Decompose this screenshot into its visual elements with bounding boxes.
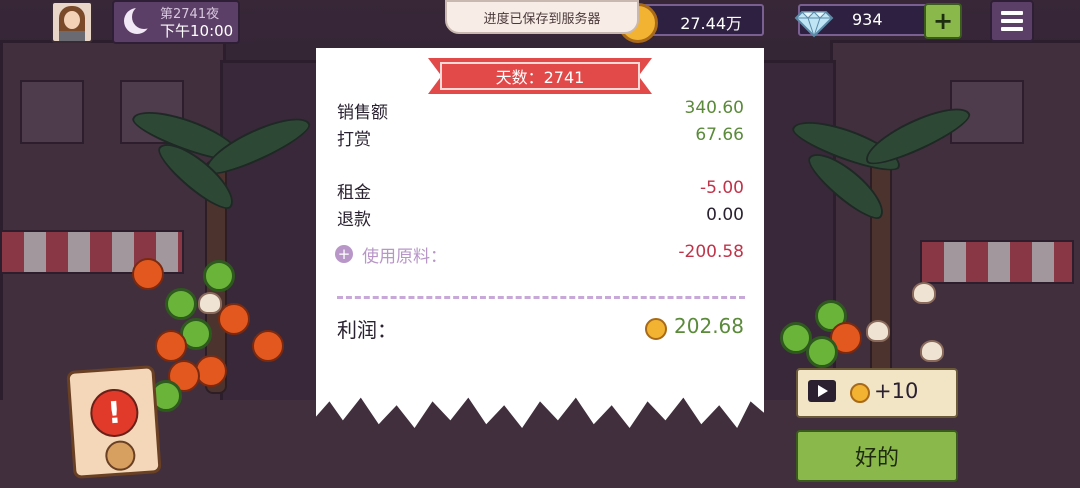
receipt-title: 天数：2741	[440, 62, 640, 90]
alert-card[interactable]: !	[66, 365, 162, 479]
receipt-divider	[337, 296, 745, 299]
pepper	[165, 288, 197, 320]
coin-icon	[850, 383, 870, 403]
coin-icon	[645, 318, 667, 340]
tomato	[155, 330, 187, 362]
avatar[interactable]	[51, 1, 93, 43]
add-gems-button[interactable]: +	[924, 3, 962, 39]
garlic	[920, 340, 944, 362]
menu-icon	[1001, 27, 1023, 31]
gem-counter: 934	[794, 4, 930, 38]
garlic	[198, 292, 222, 314]
refund-value: 0.00	[706, 205, 744, 225]
ok-button[interactable]: 好的	[796, 430, 958, 482]
alert-icon: !	[88, 387, 140, 439]
profit-value: 202.68	[674, 314, 744, 338]
alert-badge	[104, 439, 137, 472]
ad-reward-value: +10	[874, 379, 919, 403]
tips-value: 67.66	[695, 125, 744, 145]
tips-label: 打赏	[337, 130, 371, 150]
menu-button[interactable]	[990, 0, 1034, 42]
play-icon	[808, 380, 836, 402]
save-toast: 进度已保存到服务器	[445, 0, 639, 34]
moon-icon	[124, 5, 156, 34]
time-label: 下午10:00	[160, 22, 234, 40]
avatar-face	[64, 11, 80, 29]
garlic	[912, 282, 936, 304]
tomato	[252, 330, 284, 362]
pepper	[203, 260, 235, 292]
sales-label: 销售额	[337, 103, 388, 123]
rent-label: 租金	[337, 183, 371, 203]
gem-icon	[794, 11, 834, 38]
refund-label: 退款	[337, 210, 371, 230]
pepper	[806, 336, 838, 368]
day-time-panel: 第2741夜 下午10:00	[112, 0, 240, 44]
coin-value: 27.44万	[680, 14, 742, 33]
materials-label[interactable]: 使用原料：	[362, 242, 447, 267]
sales-value: 340.60	[684, 98, 744, 118]
gem-value: 934	[852, 10, 883, 29]
tomato	[132, 258, 164, 290]
menu-icon	[1001, 11, 1023, 15]
materials-value: -200.58	[678, 242, 744, 262]
menu-icon	[1001, 19, 1023, 23]
watch-ad-button[interactable]: +10	[796, 368, 958, 418]
rent-value: -5.00	[700, 178, 744, 198]
tomato	[218, 303, 250, 335]
avatar-body	[59, 31, 85, 41]
coin-counter: 27.44万	[618, 3, 764, 43]
profit-label: 利润：	[337, 318, 397, 342]
garlic	[866, 320, 890, 342]
expand-materials-icon[interactable]: +	[335, 245, 353, 263]
tomato	[195, 355, 227, 387]
